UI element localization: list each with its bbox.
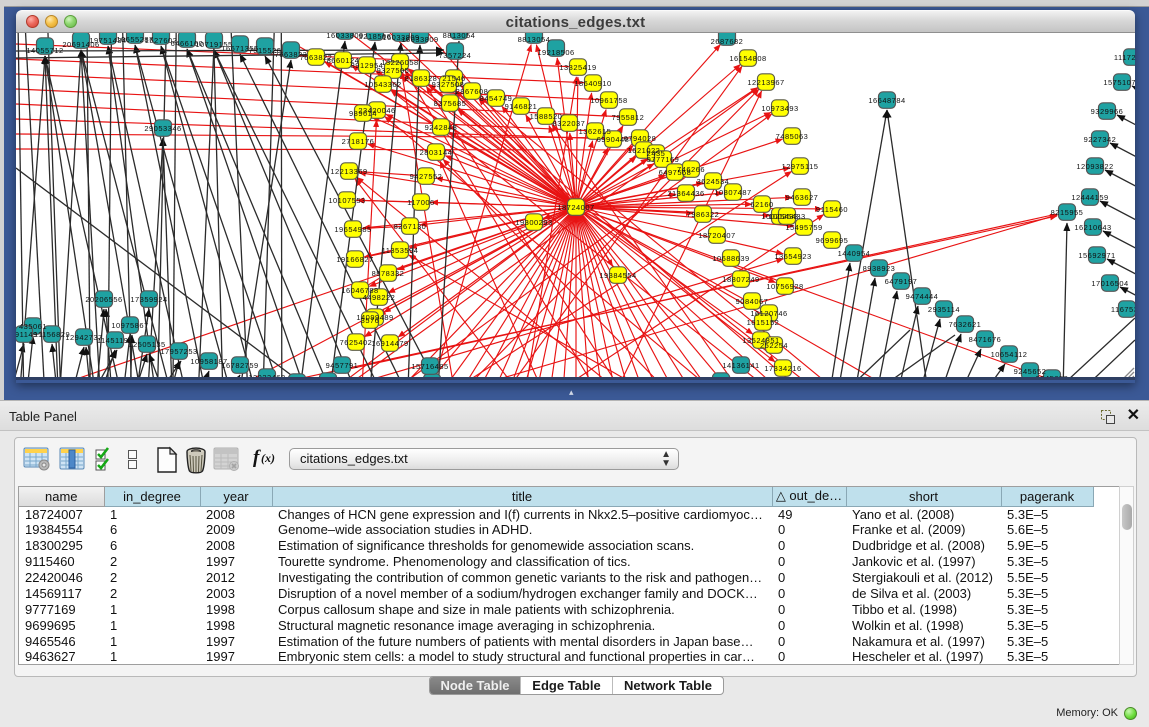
svg-text:9777169: 9777169 bbox=[647, 155, 680, 164]
svg-text:18720407: 18720407 bbox=[698, 231, 735, 240]
svg-text:4498222: 4498222 bbox=[363, 293, 396, 302]
svg-text:10973493: 10973493 bbox=[761, 104, 798, 113]
svg-text:1615152: 1615152 bbox=[747, 318, 780, 327]
svg-text:12923468: 12923468 bbox=[248, 373, 285, 380]
svg-text:9474444: 9474444 bbox=[906, 292, 939, 301]
svg-text:12444159: 12444159 bbox=[1071, 193, 1108, 202]
svg-text:14136141: 14136141 bbox=[722, 361, 759, 370]
svg-text:3624534: 3624534 bbox=[697, 177, 730, 186]
svg-text:989614: 989614 bbox=[349, 109, 377, 118]
svg-text:15716485: 15716485 bbox=[411, 362, 448, 371]
svg-text:16782759: 16782759 bbox=[221, 361, 258, 370]
svg-text:7955812: 7955812 bbox=[612, 113, 645, 122]
svg-text:18724007: 18724007 bbox=[557, 203, 594, 212]
svg-text:6794028: 6794028 bbox=[624, 134, 657, 143]
svg-text:16914479: 16914479 bbox=[371, 339, 408, 348]
svg-text:945779: 945779 bbox=[314, 377, 342, 380]
svg-text:9457791: 9457791 bbox=[326, 361, 359, 370]
svg-text:1440954: 1440954 bbox=[838, 249, 871, 258]
svg-text:9245652: 9245652 bbox=[1036, 374, 1069, 380]
svg-text:21364436: 21364436 bbox=[667, 189, 704, 198]
svg-text:15495759: 15495759 bbox=[785, 223, 822, 232]
svg-text:11353594: 11353594 bbox=[382, 246, 419, 255]
svg-text:10107553: 10107553 bbox=[328, 196, 365, 205]
svg-text:252254: 252254 bbox=[760, 341, 788, 350]
svg-text:10025433: 10025433 bbox=[768, 212, 805, 221]
svg-text:1167533: 1167533 bbox=[1111, 305, 1135, 314]
svg-text:6479197: 6479197 bbox=[885, 277, 918, 286]
svg-text:10756928: 10756928 bbox=[766, 282, 803, 291]
svg-text:9699695: 9699695 bbox=[816, 236, 849, 245]
svg-text:11172345: 11172345 bbox=[1114, 53, 1135, 62]
svg-text:9427552: 9427552 bbox=[410, 172, 443, 181]
svg-text:10961758: 10961758 bbox=[590, 96, 627, 105]
svg-text:14055712: 14055712 bbox=[26, 46, 63, 55]
svg-text:17957253: 17957253 bbox=[160, 347, 197, 356]
svg-text:16033809: 16033809 bbox=[401, 35, 438, 44]
svg-text:19166827: 19166827 bbox=[336, 255, 373, 264]
svg-text:8813054: 8813054 bbox=[443, 33, 476, 40]
svg-text:157164: 157164 bbox=[418, 378, 446, 380]
svg-text:13325419: 13325419 bbox=[559, 63, 596, 72]
svg-text:17359924: 17359924 bbox=[130, 295, 167, 304]
svg-text:16120746: 16120746 bbox=[750, 309, 787, 318]
svg-text:7986322: 7986322 bbox=[687, 210, 720, 219]
svg-text:19218506: 19218506 bbox=[537, 48, 574, 57]
svg-text:746266: 746266 bbox=[677, 165, 705, 174]
svg-text:19384554: 19384554 bbox=[599, 271, 636, 280]
svg-text:9146821: 9146821 bbox=[505, 102, 538, 111]
svg-text:10688639: 10688639 bbox=[712, 254, 749, 263]
svg-text:2803144: 2803144 bbox=[420, 148, 453, 157]
svg-text:62160: 62160 bbox=[750, 200, 773, 209]
svg-text:12093822: 12093822 bbox=[1076, 162, 1113, 171]
svg-text:1292346: 1292346 bbox=[281, 378, 314, 380]
svg-text:29053346: 29053346 bbox=[144, 124, 181, 133]
svg-text:13654923: 13654923 bbox=[774, 252, 811, 261]
svg-text:2935114: 2935114 bbox=[928, 305, 960, 314]
svg-text:8267130: 8267130 bbox=[394, 222, 427, 231]
svg-text:8878332: 8878332 bbox=[372, 269, 405, 278]
svg-text:15751074: 15751074 bbox=[1103, 78, 1135, 87]
svg-text:(x): (x) bbox=[261, 451, 275, 465]
svg-text:10654112: 10654112 bbox=[991, 350, 1028, 359]
svg-text:8215955: 8215955 bbox=[1051, 208, 1084, 217]
svg-text:19654985: 19654985 bbox=[334, 225, 371, 234]
svg-text:8813054: 8813054 bbox=[518, 35, 551, 44]
svg-text:7485063: 7485063 bbox=[776, 132, 809, 141]
svg-text:10543362: 10543362 bbox=[364, 80, 401, 89]
svg-text:9463627: 9463627 bbox=[786, 193, 819, 202]
svg-text:9115460: 9115460 bbox=[816, 205, 848, 214]
svg-text:141361: 141361 bbox=[707, 377, 735, 380]
svg-text:16648784: 16648784 bbox=[868, 96, 905, 105]
svg-text:8938923: 8938923 bbox=[863, 264, 896, 273]
svg-text:3576: 3576 bbox=[361, 316, 380, 325]
svg-text:12213967: 12213967 bbox=[747, 78, 784, 87]
svg-text:10975867: 10975867 bbox=[111, 321, 148, 330]
svg-text:7357224: 7357224 bbox=[439, 51, 472, 60]
svg-text:9227342: 9227342 bbox=[1084, 135, 1117, 144]
svg-text:19300293: 19300293 bbox=[515, 218, 552, 227]
svg-text:16210643: 16210643 bbox=[1074, 223, 1111, 232]
svg-text:17334216: 17334216 bbox=[764, 364, 801, 373]
svg-text:18640910: 18640910 bbox=[574, 79, 611, 88]
svg-text:9084067: 9084067 bbox=[736, 297, 769, 306]
svg-text:7625402: 7625402 bbox=[340, 338, 373, 347]
svg-text:10807487: 10807487 bbox=[714, 188, 751, 197]
svg-text:9242848: 9242848 bbox=[425, 123, 458, 132]
svg-text:20206556: 20206556 bbox=[85, 295, 122, 304]
svg-text:2687682: 2687682 bbox=[711, 37, 744, 46]
svg-text:12975115: 12975115 bbox=[782, 162, 819, 171]
svg-text:8375685: 8375685 bbox=[434, 99, 467, 108]
svg-text:117006: 117006 bbox=[407, 198, 434, 207]
svg-text:f: f bbox=[253, 447, 261, 468]
svg-text:18807249: 18807249 bbox=[722, 275, 759, 284]
svg-text:12213369: 12213369 bbox=[330, 167, 367, 176]
svg-text:15692971: 15692971 bbox=[1078, 251, 1115, 260]
svg-text:2718176: 2718176 bbox=[342, 137, 375, 146]
svg-text:7632621: 7632621 bbox=[949, 320, 982, 329]
svg-text:17016504: 17016504 bbox=[1091, 279, 1128, 288]
svg-text:16154808: 16154808 bbox=[729, 54, 766, 63]
svg-text:8471676: 8471676 bbox=[969, 335, 1002, 344]
svg-text:9329966: 9329966 bbox=[1091, 107, 1124, 116]
